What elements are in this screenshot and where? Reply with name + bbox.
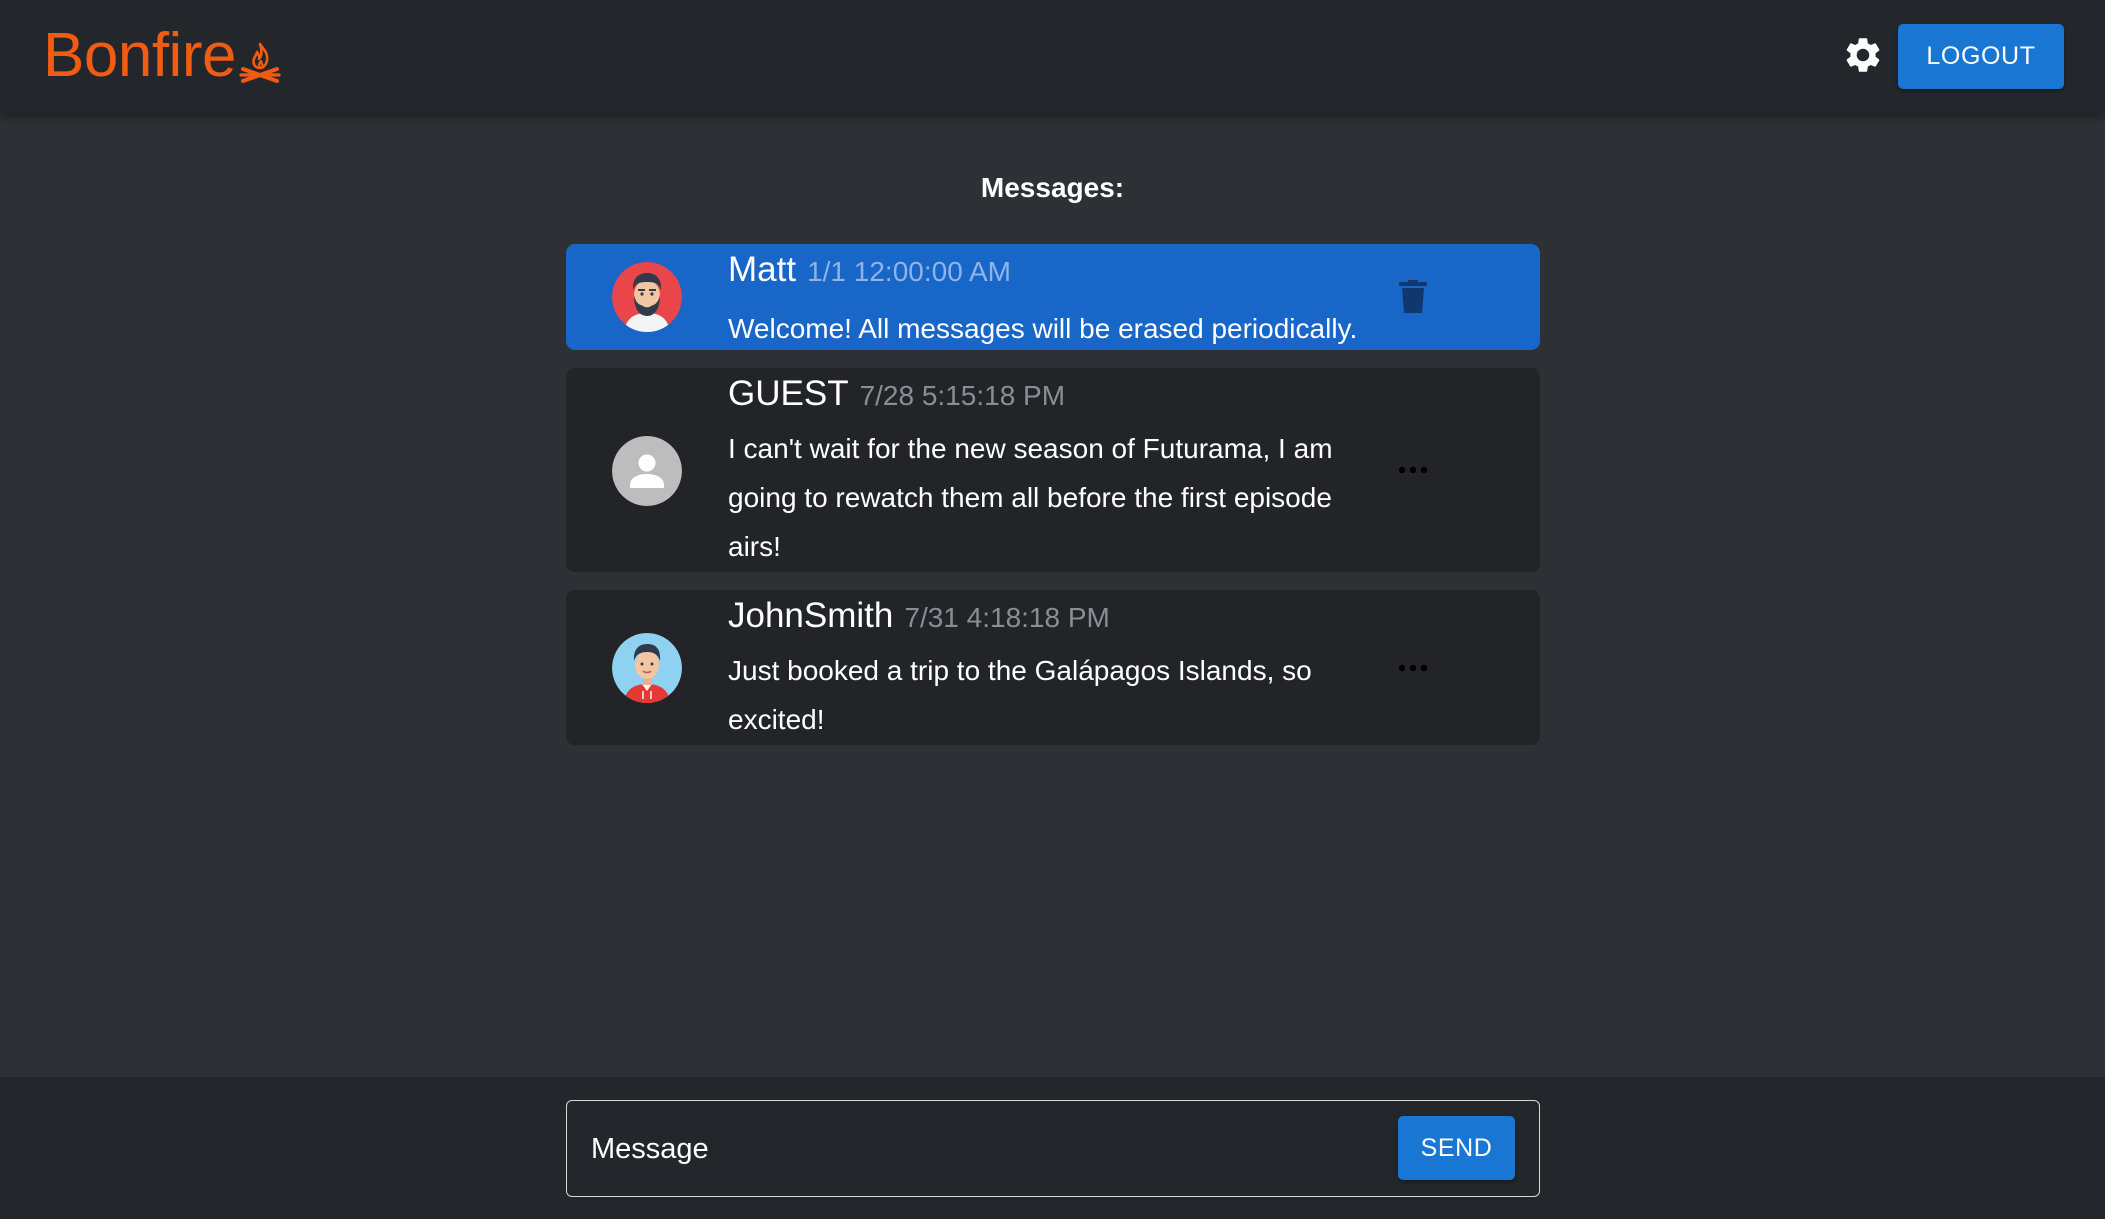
more-options-icon[interactable] — [1397, 464, 1429, 476]
default-user-avatar — [612, 436, 682, 506]
more-options-icon[interactable] — [1397, 662, 1429, 674]
brand-logo[interactable]: Bonfire — [43, 18, 282, 94]
top-bar: Bonfire LOGOUT — [0, 0, 2105, 114]
message-timestamp: 7/28 5:15:18 PM — [859, 380, 1066, 411]
message-author: Matt — [728, 250, 797, 289]
message-input[interactable] — [589, 1121, 1353, 1177]
message-item[interactable]: Matt 1/1 12:00:00 AM Welcome! All messag… — [566, 244, 1540, 350]
campfire-icon — [239, 42, 281, 83]
message-timestamp: 1/1 12:00:00 AM — [807, 256, 1012, 287]
app-root: Bonfire LOGOUT Messages: Matt 1/1 12:00:… — [0, 0, 2105, 1219]
message-text: I can't wait for the new season of Futur… — [728, 433, 1333, 562]
message-composer: SEND — [566, 1100, 1540, 1197]
message-author: GUEST — [728, 374, 849, 413]
send-button[interactable]: SEND — [1398, 1116, 1515, 1180]
message-item[interactable]: JohnSmith 7/31 4:18:18 PM Just booked a … — [566, 590, 1540, 745]
logout-button[interactable]: LOGOUT — [1898, 24, 2064, 89]
message-timestamp: 7/31 4:18:18 PM — [904, 602, 1110, 633]
young-man-avatar — [612, 633, 682, 703]
message-item[interactable]: GUEST 7/28 5:15:18 PM I can't wait for t… — [566, 368, 1540, 572]
message-author: JohnSmith — [728, 596, 894, 635]
trash-icon[interactable] — [1398, 280, 1428, 314]
bearded-man-avatar — [612, 262, 682, 332]
messages-heading: Messages: — [980, 172, 1125, 203]
message-text: Just booked a trip to the Galápagos Isla… — [728, 655, 1312, 735]
message-text: Welcome! All messages will be erased per… — [728, 313, 1358, 344]
brand-name: Bonfire — [43, 21, 236, 90]
composer-bar: SEND — [0, 1077, 2105, 1219]
gear-icon[interactable] — [1842, 34, 1884, 76]
